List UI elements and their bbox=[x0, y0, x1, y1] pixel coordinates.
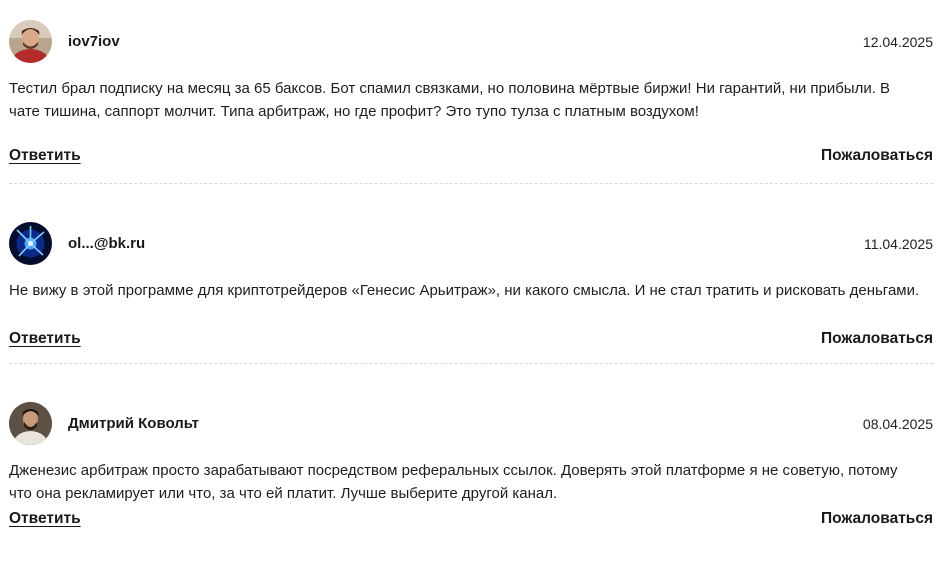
comment-date: 12.04.2025 bbox=[862, 33, 933, 50]
user-photo-icon bbox=[9, 20, 52, 63]
report-link[interactable]: Пожаловаться bbox=[821, 330, 933, 348]
reply-link[interactable]: Ответить bbox=[9, 330, 81, 348]
comment-item: ol...@bk.ru 11.04.2025 Не вижу в этой пр… bbox=[9, 184, 933, 364]
comment-header: Дмитрий Ковольт 08.04.2025 bbox=[9, 402, 933, 445]
comment-date: 08.04.2025 bbox=[862, 415, 933, 432]
comment-header: ol...@bk.ru 11.04.2025 bbox=[9, 222, 933, 265]
comment-header: iov7iov 12.04.2025 bbox=[9, 20, 933, 63]
report-link[interactable]: Пожаловаться bbox=[821, 147, 933, 165]
avatar[interactable] bbox=[9, 222, 52, 265]
user-photo-icon bbox=[9, 402, 52, 445]
avatar[interactable] bbox=[9, 20, 52, 63]
report-link[interactable]: Пожаловаться bbox=[821, 510, 933, 528]
comment-actions: Ответить Пожаловаться bbox=[9, 147, 933, 165]
comment-item: Дмитрий Ковольт 08.04.2025 Дженезис арби… bbox=[9, 364, 933, 564]
comment-text: Не вижу в этой программе для криптотрейд… bbox=[9, 282, 920, 299]
reply-link[interactable]: Ответить bbox=[9, 147, 81, 165]
comment-text: Дженезис арбитраж просто зарабатывают по… bbox=[9, 462, 898, 502]
author-name[interactable]: Дмитрий Ковольт bbox=[68, 415, 863, 432]
comment-text: Тестил брал подписку на месяц за 65 бакс… bbox=[9, 80, 891, 120]
reply-link[interactable]: Ответить bbox=[9, 510, 81, 528]
comment-actions: Ответить Пожаловаться bbox=[9, 330, 933, 348]
avatar[interactable] bbox=[9, 402, 52, 445]
comment-actions: Ответить Пожаловаться bbox=[9, 510, 933, 528]
author-name[interactable]: ol...@bk.ru bbox=[68, 235, 864, 252]
plasma-ball-icon bbox=[9, 222, 52, 265]
author-name[interactable]: iov7iov bbox=[68, 33, 863, 50]
comments-list: iov7iov 12.04.2025 Тестил брал подписку … bbox=[9, 0, 933, 564]
comment-date: 11.04.2025 bbox=[863, 235, 933, 252]
comment-item: iov7iov 12.04.2025 Тестил брал подписку … bbox=[9, 0, 933, 184]
